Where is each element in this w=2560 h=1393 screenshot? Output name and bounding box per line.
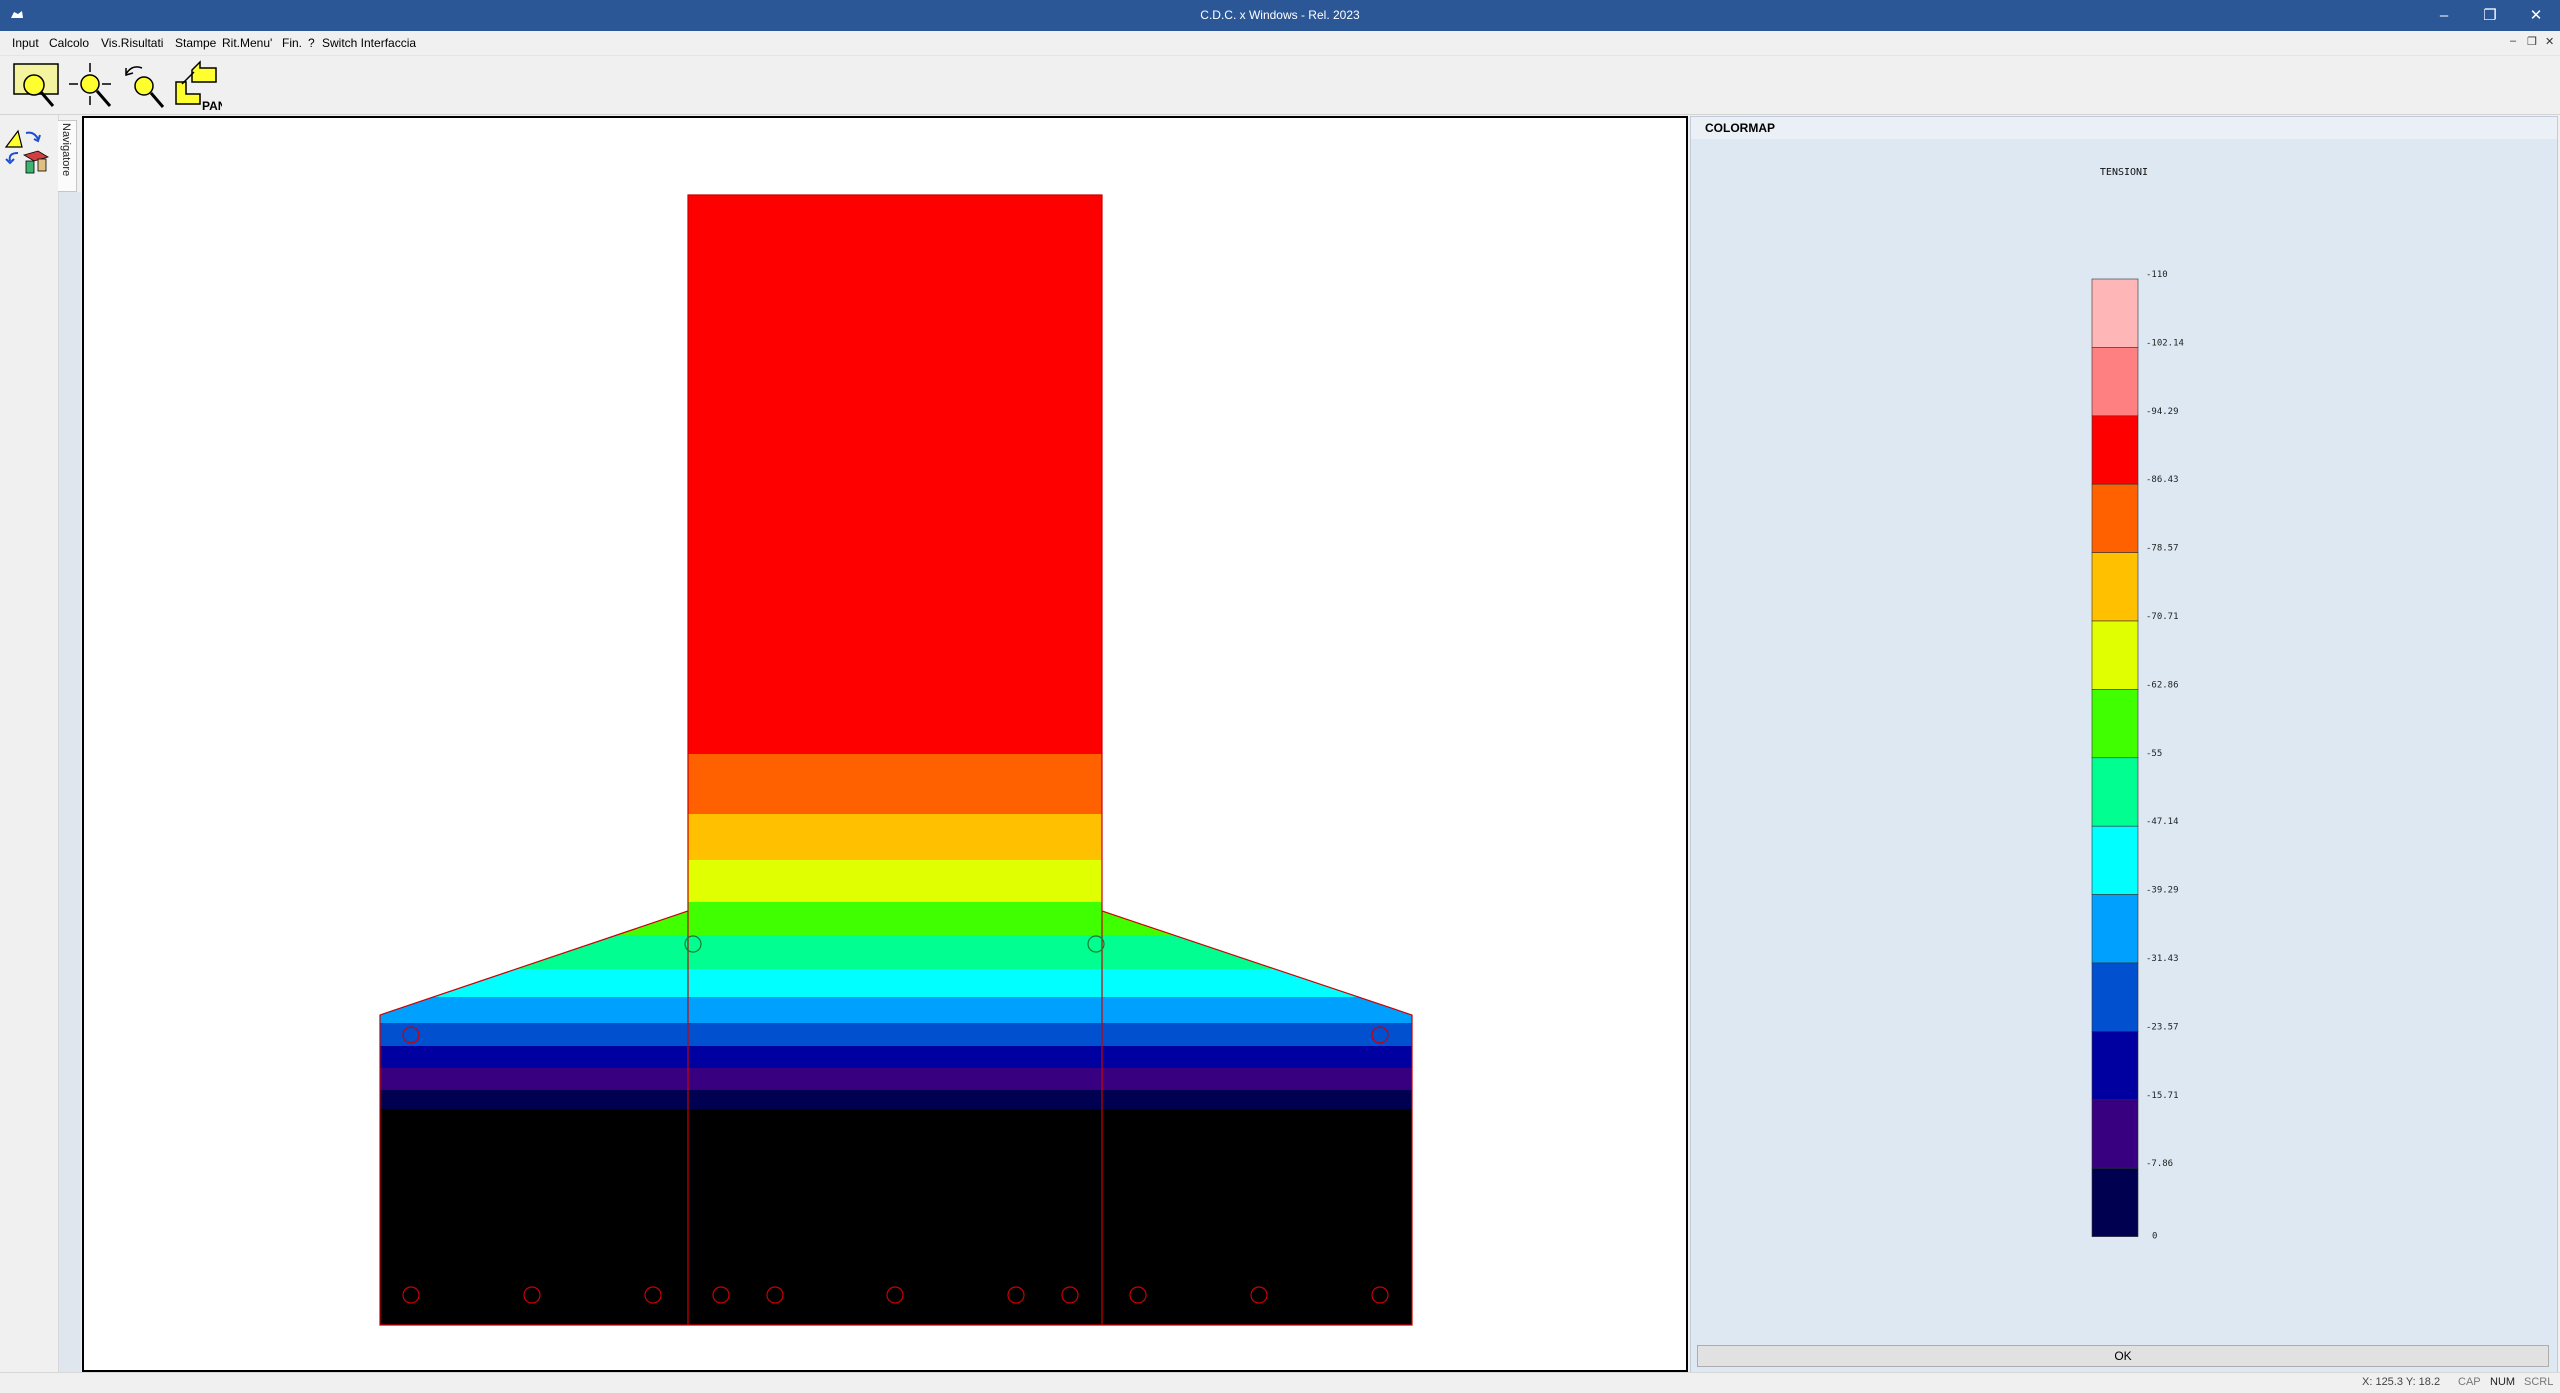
zoom-extents-icon	[69, 63, 112, 107]
stress-band	[380, 195, 1412, 758]
legend-swatch	[2091, 620, 2139, 690]
legend-value-label: -70.71	[2146, 612, 2179, 622]
stress-band	[380, 860, 1412, 903]
legend-value-label: -7.86	[2146, 1159, 2173, 1169]
legend-swatch	[2091, 1031, 2139, 1101]
menu-input[interactable]: Input	[12, 31, 39, 55]
legend-swatch	[2091, 483, 2139, 553]
legend-value-label: -23.57	[2146, 1022, 2179, 1032]
drawing-viewport[interactable]	[82, 116, 1688, 1372]
ok-button[interactable]: OK	[1697, 1345, 2549, 1367]
menu-calcolo[interactable]: Calcolo	[49, 31, 89, 55]
stress-bands	[380, 195, 1412, 1325]
legend-value-label: -47.14	[2146, 817, 2179, 827]
legend-value-label: -31.43	[2146, 954, 2179, 964]
zoom-window-icon	[13, 63, 59, 107]
menu-rit-menu[interactable]: Rit.Menu'	[222, 31, 272, 55]
legend-value-label: 0	[2152, 1232, 2157, 1242]
legend-swatch	[2091, 347, 2139, 417]
navigator-toggle-icon[interactable]	[4, 125, 54, 185]
colormap-panel: COLORMAP TENSIONI -110 -102.14 -94.29 -86.4…	[1690, 116, 2558, 1374]
stress-band	[380, 754, 1412, 815]
left-sidebar	[0, 115, 59, 1377]
stress-band	[380, 1046, 1412, 1069]
legend-value-label: -94.29	[2146, 407, 2179, 417]
window-title: C.D.C. x Windows - Rel. 2023	[1200, 8, 1360, 22]
legend-value-label: -86.43	[2146, 475, 2179, 485]
mdi-close-icon[interactable]: ✕	[2545, 35, 2554, 48]
mdi-minimize-icon[interactable]: –	[2510, 35, 2516, 47]
legend-swatch	[2091, 1099, 2139, 1169]
mdi-restore-icon[interactable]: ❐	[2527, 35, 2537, 48]
colormap-legend: -110 -102.14 -94.29 -86.43 -78.57 -70.71 -62.8…	[2091, 270, 2184, 1242]
legend-swatch	[2091, 1167, 2139, 1237]
legend-swatch	[2091, 962, 2139, 1032]
stress-band	[380, 1068, 1412, 1091]
cursor-coordinates: X: 125.3 Y: 18.2	[2362, 1376, 2441, 1388]
menu-help[interactable]: ?	[308, 31, 315, 55]
scrl-indicator: SCRL	[2524, 1376, 2554, 1388]
legend-swatch	[2091, 278, 2139, 348]
legend-swatch	[2091, 689, 2139, 759]
zoom-previous-button[interactable]	[120, 60, 170, 112]
menu-stampe[interactable]: Stampe	[175, 31, 216, 55]
legend-value-label: -15.71	[2146, 1091, 2179, 1101]
menu-vis-risultati[interactable]: Vis.Risultati	[101, 31, 163, 55]
legend-value-label: -102.14	[2146, 338, 2184, 348]
legend-value-label: -39.29	[2146, 886, 2179, 896]
legend-swatch	[2091, 825, 2139, 895]
stress-band	[380, 902, 1412, 936]
legend-swatch	[2091, 894, 2139, 964]
stress-band	[380, 997, 1412, 1024]
zoom-extents-button[interactable]	[66, 60, 116, 112]
title-bar: C.D.C. x Windows - Rel. 2023 – ❐ ✕	[0, 0, 2560, 31]
legend-value-label: -78.57	[2146, 544, 2179, 554]
menu-switch-interfaccia[interactable]: Switch Interfaccia	[322, 31, 416, 55]
legend-value-label: -110	[2146, 270, 2168, 280]
pan-icon: PAN	[175, 60, 226, 113]
stress-band	[380, 1090, 1412, 1110]
legend-swatch	[2091, 415, 2139, 485]
stress-map-drawing	[379, 194, 1413, 1326]
stress-band	[380, 814, 1412, 861]
pan-button[interactable]: PAN	[172, 60, 226, 113]
legend-value-label: -55	[2146, 749, 2162, 759]
zoom-previous-icon	[125, 66, 165, 108]
stress-band	[380, 1023, 1412, 1047]
restore-icon[interactable]: ❐	[2467, 0, 2513, 31]
pan-label: PAN	[202, 99, 222, 112]
num-indicator: NUM	[2490, 1376, 2516, 1388]
menu-bar: Input Calcolo Vis.Risultati Stampe Rit.M…	[0, 31, 2560, 56]
toolbar: PAN	[0, 56, 2560, 115]
navigator-tab-label: Navigatore	[60, 123, 72, 177]
zoom-window-button[interactable]	[10, 60, 60, 112]
stress-band	[380, 969, 1412, 998]
legend-swatch	[2091, 757, 2139, 827]
stress-band-base	[380, 1109, 1412, 1325]
stress-band	[380, 935, 1412, 970]
legend-value-label: -62.86	[2146, 680, 2179, 690]
minimize-icon[interactable]: –	[2421, 0, 2467, 31]
menu-fin[interactable]: Fin.	[282, 31, 302, 55]
status-bar: X: 125.3 Y: 18.2 CAP NUM SCRL	[0, 1372, 2560, 1393]
navigator-strip	[59, 192, 81, 1377]
legend-swatch	[2091, 552, 2139, 622]
cap-indicator: CAP	[2458, 1376, 2481, 1388]
navigator-tab[interactable]: Navigatore	[58, 120, 77, 192]
close-icon[interactable]: ✕	[2513, 0, 2559, 31]
